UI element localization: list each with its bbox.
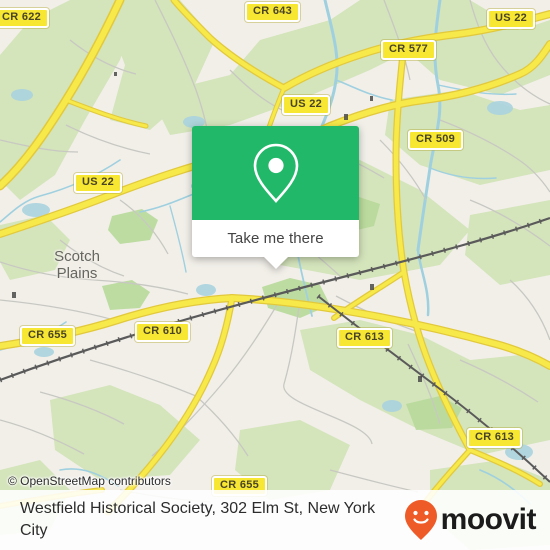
road-shield-cr-509[interactable]: CR 509	[408, 130, 464, 150]
popup-pin-area	[192, 126, 359, 220]
moovit-wordmark: moovit	[440, 503, 537, 536]
popup-action-bar[interactable]: Take me there	[192, 220, 359, 269]
road-shield-cr-613-c[interactable]: CR 613	[337, 328, 393, 348]
take-me-there-button[interactable]: Take me there	[227, 230, 323, 247]
moovit-pin-smile-icon	[404, 500, 437, 540]
place-label-scotch-plains: Scotch Plains	[54, 248, 100, 282]
map-pin-icon	[253, 143, 298, 203]
road-shield-cr-655-w[interactable]: CR 655	[20, 326, 76, 346]
road-shield-cr-610[interactable]: CR 610	[135, 322, 191, 342]
popup-tail	[263, 257, 288, 269]
map-screenshot: CR 622 CR 643 US 22 CR 577 US 22 CR 509 …	[0, 0, 550, 550]
osm-attribution[interactable]: © OpenStreetMap contributors	[8, 474, 171, 488]
moovit-brand[interactable]: moovit	[404, 499, 550, 541]
road-shield-cr-622[interactable]: CR 622	[0, 8, 50, 28]
road-shield-cr-577[interactable]: CR 577	[381, 40, 437, 60]
location-title: Westfield Historical Society, 302 Elm St…	[20, 500, 376, 539]
road-shield-cr-643[interactable]: CR 643	[245, 2, 301, 22]
road-shield-cr-613-e[interactable]: CR 613	[467, 428, 523, 448]
road-shield-us-22-ne[interactable]: US 22	[487, 9, 536, 29]
road-shield-us-22-w[interactable]: US 22	[74, 173, 123, 193]
bottom-info-bar: Westfield Historical Society, 302 Elm St…	[0, 490, 550, 550]
road-shield-us-22-n[interactable]: US 22	[282, 95, 331, 115]
map-canvas[interactable]: CR 622 CR 643 US 22 CR 577 US 22 CR 509 …	[0, 0, 550, 550]
destination-popup[interactable]: Take me there	[192, 126, 359, 269]
